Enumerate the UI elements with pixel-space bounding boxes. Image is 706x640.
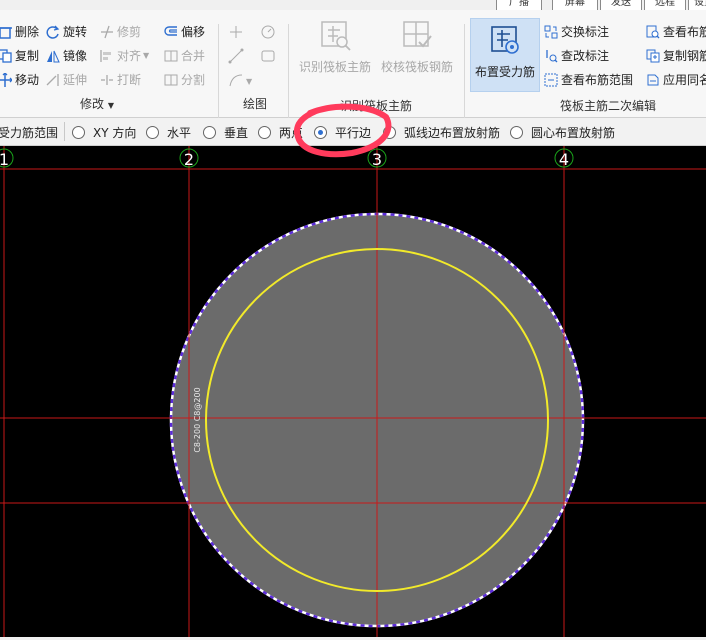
break-button[interactable]: 打断 (100, 70, 141, 90)
trim-button[interactable]: 修剪 (100, 22, 141, 42)
group-separator (464, 24, 465, 118)
check-label-button[interactable]: 查改标注 (544, 46, 609, 66)
split-button[interactable]: 分割 (164, 70, 205, 90)
view-rebar-icon (646, 25, 660, 39)
drawing-canvas[interactable]: 1 2 3 4 C8-200 C8@200 (0, 146, 706, 637)
option-xy-direction[interactable]: XY 方向 (72, 124, 136, 141)
svg-text:▼: ▼ (246, 77, 253, 86)
move-icon (0, 72, 13, 87)
mirror-button[interactable]: 镜像 (46, 46, 87, 66)
radio-circle[interactable] (510, 126, 523, 139)
swap-label-button[interactable]: 交换标注 (544, 22, 609, 42)
rebar-annotation[interactable]: C8-200 C8@200 (193, 387, 202, 452)
check-label-icon (544, 49, 558, 63)
copy-rebar-icon (646, 49, 660, 63)
canvas-svg: 1 2 3 4 C8-200 C8@200 (0, 146, 706, 637)
extend-icon (46, 73, 60, 87)
delete-icon (0, 25, 12, 39)
apply-same-name-button[interactable]: 应用同名 (646, 70, 706, 90)
place-rebar-icon (488, 23, 522, 57)
delete-button[interactable]: 删除 (0, 22, 39, 42)
place-rebar-button[interactable]: 布置受力筋 (470, 18, 540, 92)
apply-same-icon (646, 73, 660, 87)
secondary-group-label: 筏板主筋二次编辑 (560, 99, 657, 113)
draw-point-icon[interactable] (228, 24, 244, 40)
offset-button[interactable]: 偏移 (164, 22, 205, 42)
draw-rect-icon[interactable] (260, 48, 276, 64)
view-range-button[interactable]: 查看布筋范围 (544, 70, 633, 90)
check-rebar-icon (400, 18, 434, 52)
view-rebar-button[interactable]: 查看布筋 (646, 22, 706, 42)
offset-icon (164, 25, 178, 39)
merge-button[interactable]: 合并 (164, 46, 205, 66)
option-center-radial[interactable]: 圆心布置放射筋 (510, 124, 615, 141)
merge-icon (164, 49, 178, 63)
copy-icon (0, 49, 12, 63)
option-arc-edge-radial[interactable]: 弧线边布置放射筋 (383, 124, 500, 141)
split-icon (164, 73, 178, 87)
option-horizontal[interactable]: 水平 (146, 124, 191, 141)
check-raft-rebar-button[interactable]: 校核筏板钢筋 (378, 18, 456, 75)
view-range-icon (544, 73, 558, 87)
draw-line-icon[interactable] (228, 48, 244, 64)
chevron-down-icon: ▼ (107, 101, 114, 110)
axis-label-2: 2 (184, 150, 194, 169)
identify-rebar-icon (318, 18, 352, 52)
chevron-down-icon: ▼ (143, 51, 150, 60)
mirror-icon (46, 49, 60, 63)
ribbon: 删除 复制 移动 旋转 镜像 延伸 修剪 对齐 ▼ 打断 偏移 合并 分割 修改… (0, 10, 706, 118)
extend-button[interactable]: 延伸 (46, 70, 87, 90)
rotate-icon (46, 25, 60, 39)
axis-label-1: 1 (0, 150, 9, 169)
radio-circle[interactable] (203, 126, 216, 139)
radio-circle[interactable] (72, 126, 85, 139)
align-button[interactable]: 对齐 ▼ (100, 46, 149, 66)
break-icon (100, 73, 114, 87)
move-button[interactable]: 移动 (0, 70, 39, 90)
annotation-highlight-ellipse (294, 103, 392, 158)
draw-group-label: 绘图 (243, 97, 268, 111)
copy-button[interactable]: 复制 (0, 46, 39, 66)
rebar-range-label: 受力筋范围 (0, 126, 59, 140)
option-vertical[interactable]: 垂直 (203, 124, 248, 141)
radio-circle[interactable] (146, 126, 159, 139)
modify-group-label[interactable]: 修改 ▼ (80, 95, 114, 112)
draw-circle-icon[interactable] (260, 24, 276, 40)
group-separator (288, 24, 289, 118)
align-icon (100, 49, 114, 63)
rotate-button[interactable]: 旋转 (46, 22, 87, 42)
group-separator (218, 24, 219, 118)
draw-arc-icon[interactable]: ▼ (228, 72, 254, 88)
radio-circle[interactable] (258, 126, 271, 139)
options-separator (64, 122, 65, 141)
copy-rebar-button[interactable]: 复制钢筋 (646, 46, 706, 66)
trim-icon (100, 25, 114, 39)
axis-label-4: 4 (559, 150, 569, 169)
swap-label-icon (544, 25, 558, 39)
identify-raft-rebar-button[interactable]: 识别筏板主筋 (296, 18, 374, 75)
